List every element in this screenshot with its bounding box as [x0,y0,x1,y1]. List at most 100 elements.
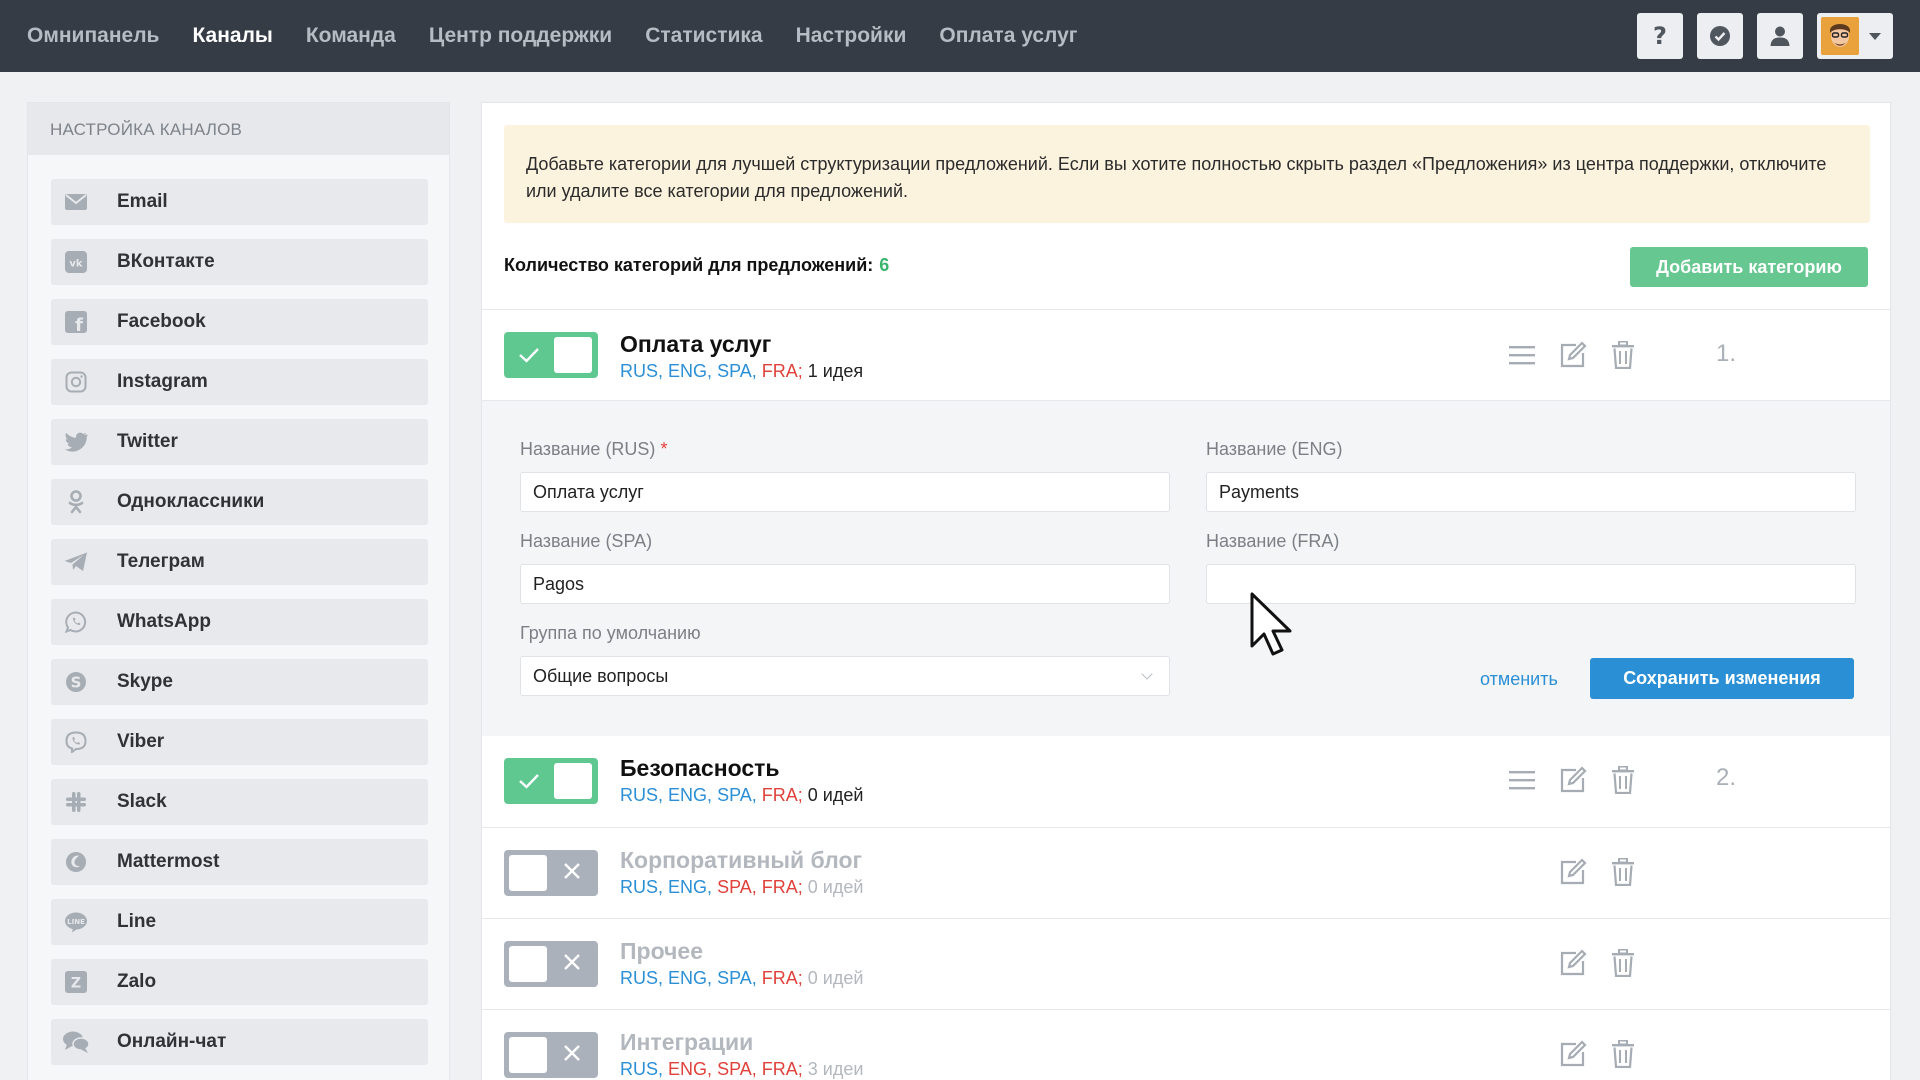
sidebar-item-skype[interactable]: S Skype [51,659,428,705]
sidebar-item-vkontakte[interactable]: vk ВКонтакте [51,239,428,285]
lang-fra[interactable]: FRA [762,1059,798,1079]
drag-handle[interactable] [1506,764,1538,796]
delete-button[interactable] [1607,764,1639,796]
edit-button[interactable] [1557,339,1589,371]
sidebar-item-line[interactable]: LINE Line [51,899,428,945]
delete-button[interactable] [1607,1038,1639,1070]
name-rus-label: Название (RUS) * [520,439,668,459]
category-languages: RUS, ENG, SPA, FRA; 0 идей [620,968,864,988]
name-rus-input[interactable]: Оплата услуг [520,472,1170,512]
save-changes-button[interactable]: Сохранить изменения [1590,658,1854,699]
delete-button[interactable] [1607,947,1639,979]
lang-fra[interactable]: FRA [762,877,798,897]
sidebar-item-odnoklassniki[interactable]: Одноклассники [51,479,428,525]
main-nav: Омнипанель Каналы Команда Центр поддержк… [27,0,1111,72]
nav-team[interactable]: Команда [306,24,396,48]
cancel-link[interactable]: отменить [1480,669,1558,690]
nav-statistics[interactable]: Статистика [645,24,762,48]
sidebar-item-online-chat[interactable]: Онлайн-чат [51,1019,428,1065]
zalo-icon: Z [51,959,101,1005]
default-group-select[interactable]: Общие вопросы [520,656,1170,696]
sidebar-item-label: Twitter [117,431,178,452]
nav-billing[interactable]: Оплата услуг [939,24,1077,48]
lang-spa[interactable]: SPA [717,877,752,897]
category-row: Интеграции RUS, ENG, SPA, FRA; 3 идеи [482,1009,1890,1080]
sidebar-item-facebook[interactable]: f Facebook [51,299,428,345]
lang-eng[interactable]: ENG [668,361,707,381]
name-fra-input[interactable] [1206,564,1856,604]
nav-channels[interactable]: Каналы [192,24,272,48]
profile-button[interactable] [1757,13,1803,59]
help-icon: ? [1653,22,1667,50]
edit-button[interactable] [1557,1038,1589,1070]
lang-eng[interactable]: ENG [668,785,707,805]
lang-spa[interactable]: SPA [717,785,752,805]
lang-rus[interactable]: RUS [620,877,658,897]
delete-button[interactable] [1607,339,1639,371]
sidebar-item-twitter[interactable]: Twitter [51,419,428,465]
lang-rus[interactable]: RUS [620,785,658,805]
status-button[interactable] [1697,13,1743,59]
lang-spa[interactable]: SPA [717,361,752,381]
sidebar-item-slack[interactable]: Slack [51,779,428,825]
chevron-down-icon [1869,32,1881,40]
odnoklassniki-icon [51,479,101,525]
ideas-count: 3 идеи [807,1059,864,1079]
mouse-cursor-icon [1250,592,1292,656]
viber-icon [51,719,101,765]
sidebar-item-label: Mattermost [117,851,220,872]
category-toggle[interactable] [504,1032,598,1078]
name-spa-input[interactable]: Pagos [520,564,1170,604]
edit-button[interactable] [1557,764,1589,796]
account-menu[interactable] [1817,13,1893,59]
nav-help-center[interactable]: Центр поддержки [429,24,612,48]
edit-button[interactable] [1557,947,1589,979]
edit-button[interactable] [1557,856,1589,888]
close-icon [564,954,580,970]
help-button[interactable]: ? [1637,13,1683,59]
name-eng-input[interactable]: Payments [1206,472,1856,512]
lang-fra[interactable]: FRA [762,968,798,988]
category-row: Прочее RUS, ENG, SPA, FRA; 0 идей [482,918,1890,1009]
name-fra-label: Название (FRA) [1206,531,1340,551]
category-toggle[interactable] [504,850,598,896]
sidebar-item-telegram[interactable]: Телеграм [51,539,428,585]
sidebar-item-email[interactable]: Email [51,179,428,225]
category-languages: RUS, ENG, SPA, FRA; 1 идея [620,361,864,381]
category-toggle[interactable] [504,941,598,987]
svg-text:Z: Z [71,976,81,992]
category-name: Оплата услуг [620,331,772,357]
lang-rus[interactable]: RUS [620,1059,658,1079]
category-name: Прочее [620,938,703,964]
sidebar-item-whatsapp[interactable]: WhatsApp [51,599,428,645]
top-navigation-bar: Омнипанель Каналы Команда Центр поддержк… [0,0,1920,72]
lang-spa[interactable]: SPA [717,968,752,988]
trash-icon [1612,949,1634,977]
category-toggle[interactable] [504,332,598,378]
nav-settings[interactable]: Настройки [796,24,907,48]
sidebar-item-label: Viber [117,731,165,752]
drag-handle[interactable] [1506,339,1538,371]
nav-omnipanel[interactable]: Омнипанель [27,24,159,48]
lang-eng[interactable]: ENG [668,1059,707,1079]
sidebar-item-mattermost[interactable]: Mattermost [51,839,428,885]
sidebar-item-viber[interactable]: Viber [51,719,428,765]
add-category-button[interactable]: Добавить категорию [1630,247,1868,287]
lang-spa[interactable]: SPA [717,1059,752,1079]
default-group-label: Группа по умолчанию [520,623,701,643]
channels-sidebar: НАСТРОЙКА КАНАЛОВ Email vk ВКонтакте f F… [27,102,450,1080]
lang-rus[interactable]: RUS [620,361,658,381]
sidebar-item-instagram[interactable]: Instagram [51,359,428,405]
category-toggle[interactable] [504,758,598,804]
check-badge-icon [1710,26,1730,46]
lang-fra[interactable]: FRA [762,361,798,381]
lang-eng[interactable]: ENG [668,877,707,897]
lang-fra[interactable]: FRA [762,785,798,805]
sidebar-item-zalo[interactable]: Z Zalo [51,959,428,1005]
delete-button[interactable] [1607,856,1639,888]
lang-rus[interactable]: RUS [620,968,658,988]
menu-icon [1509,346,1535,365]
facebook-icon: f [51,299,101,345]
close-icon [564,863,580,879]
lang-eng[interactable]: ENG [668,968,707,988]
